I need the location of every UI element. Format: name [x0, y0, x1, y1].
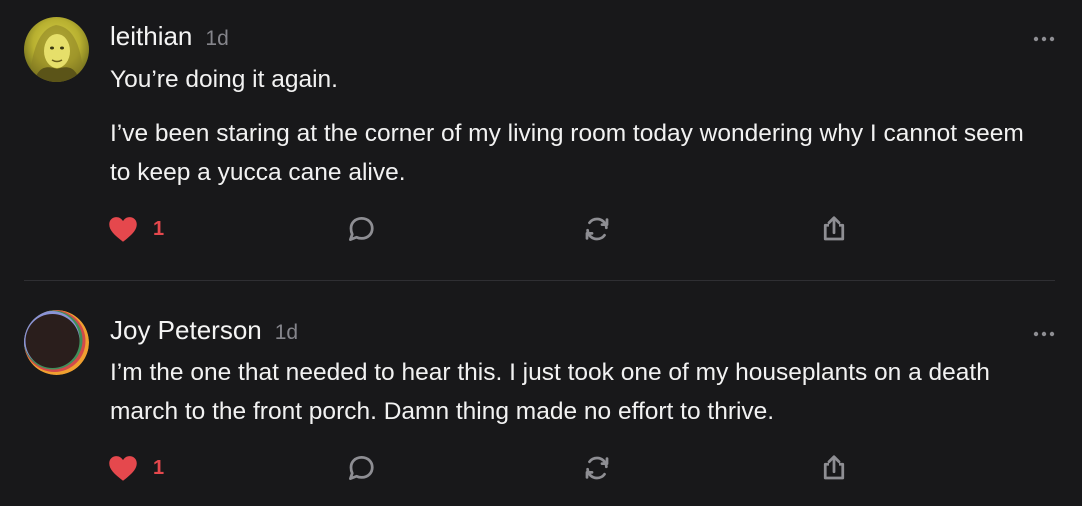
- post-paragraph: I’m the one that needed to hear this. I …: [110, 359, 990, 425]
- share-icon: [823, 455, 845, 480]
- heart-icon: [109, 456, 137, 481]
- share-button[interactable]: [819, 451, 849, 485]
- repost-button[interactable]: [582, 451, 612, 485]
- post-header: Joy Peterson 1d: [110, 315, 298, 346]
- author-name[interactable]: Joy Peterson: [110, 315, 262, 346]
- like-button[interactable]: 1: [108, 451, 164, 485]
- avatar[interactable]: [24, 310, 89, 375]
- more-icon: [1033, 331, 1055, 337]
- repost-icon: [585, 456, 609, 480]
- post: Joy Peterson 1d I’m the one that needed …: [0, 0, 1082, 506]
- post-timestamp[interactable]: 1d: [275, 321, 298, 345]
- post-body: I’m the one that needed to hear this. I …: [110, 353, 1040, 431]
- more-options-button[interactable]: [1033, 319, 1055, 341]
- reply-icon: [349, 456, 374, 480]
- post-actions: 1: [108, 451, 868, 485]
- like-count: 1: [153, 456, 165, 479]
- reply-button[interactable]: [346, 451, 376, 485]
